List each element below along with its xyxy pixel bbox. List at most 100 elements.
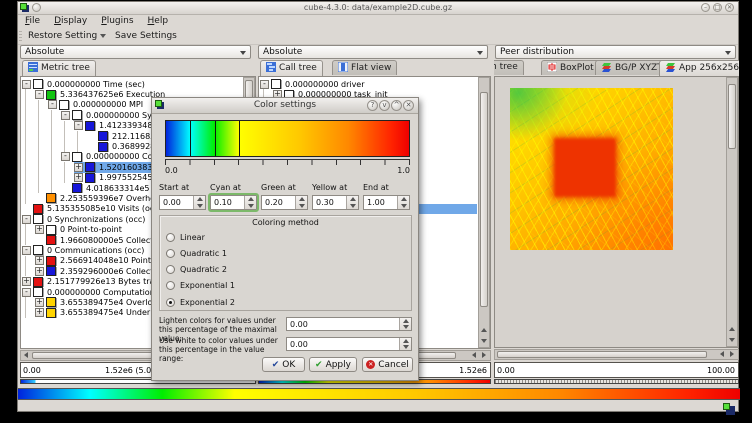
- scroll-up-arrow[interactable]: [479, 326, 489, 335]
- scroll-down-arrow[interactable]: [727, 336, 737, 345]
- menu-item-file[interactable]: File: [18, 14, 47, 26]
- cancel-button[interactable]: ✕Cancel: [362, 357, 413, 372]
- value-color-box: [72, 110, 82, 120]
- scrollbar-thumb[interactable]: [497, 351, 707, 358]
- cancel-x-icon: ✕: [366, 360, 375, 369]
- call-vertical-scrollbar[interactable]: [478, 77, 490, 348]
- system-vertical-scrollbar[interactable]: [726, 77, 738, 347]
- menu-item-help[interactable]: Help: [141, 14, 176, 26]
- radio-exponential-1[interactable]: Exponential 1: [166, 280, 235, 292]
- tree-expander[interactable]: -: [61, 152, 70, 161]
- start-at-spinbox[interactable]: 0.00: [159, 195, 206, 210]
- value-color-box: [271, 79, 281, 89]
- toolbar-handle[interactable]: [19, 31, 22, 42]
- scroll-left-arrow[interactable]: [717, 351, 727, 360]
- tree-expander[interactable]: +: [35, 308, 44, 317]
- radio-linear[interactable]: Linear: [166, 231, 205, 243]
- radio-exponential-2[interactable]: Exponential 2: [166, 296, 235, 308]
- menu-item-plugins[interactable]: Plugins: [94, 14, 140, 26]
- maximize-button[interactable]: □: [713, 3, 722, 12]
- value-color-box: [59, 100, 69, 110]
- spin-arrows[interactable]: [397, 196, 409, 209]
- spin-arrows[interactable]: [244, 196, 256, 209]
- tree-expander[interactable]: -: [22, 215, 31, 224]
- tab-flat-view[interactable]: Flat view: [332, 60, 397, 75]
- value-color-box: [33, 79, 43, 89]
- save-settings-button[interactable]: Save Settings: [111, 30, 181, 42]
- scrollbar-thumb[interactable]: [728, 84, 736, 149]
- colormap-preview: [165, 120, 410, 157]
- tree-expander[interactable]: -: [22, 288, 31, 297]
- call-value-mode-combobox[interactable]: Absolute: [258, 45, 488, 59]
- tree-indent: [22, 266, 35, 276]
- tree-expander[interactable]: -: [260, 80, 269, 89]
- scroll-down-arrow[interactable]: [479, 337, 489, 346]
- tree-expander[interactable]: -: [74, 121, 83, 130]
- call-tabbar: Call tree Flat view: [258, 60, 491, 76]
- scroll-right-arrow[interactable]: [727, 351, 737, 360]
- yellow-at-spinbox[interactable]: 0.30: [312, 195, 359, 210]
- tab-bgp-xyzt[interactable]: BG/P XYZT: [595, 60, 669, 75]
- tree-expander[interactable]: +: [35, 298, 44, 307]
- topology-heatmap[interactable]: [510, 88, 673, 250]
- metric-value-mode-combobox[interactable]: Absolute: [20, 45, 251, 59]
- dialog-close-button[interactable]: ✕: [403, 100, 414, 111]
- tab-system-tree[interactable]: m tree: [494, 60, 524, 75]
- white-percent-spinbox[interactable]: 0.00: [286, 337, 412, 351]
- tree-expander[interactable]: +: [74, 173, 83, 182]
- tab-boxplot[interactable]: BoxPlot: [541, 60, 600, 75]
- end-at-spinbox[interactable]: 1.00: [363, 195, 410, 210]
- system-horizontal-scrollbar[interactable]: [494, 349, 739, 360]
- tree-row[interactable]: -0.000000000 driver: [260, 79, 477, 89]
- tree-expander[interactable]: -: [48, 100, 57, 109]
- help-button[interactable]: ?: [367, 100, 378, 111]
- tray-cube-icon[interactable]: [723, 403, 735, 415]
- lighten-percent-spinbox[interactable]: 0.00: [286, 317, 412, 331]
- scroll-up-arrow[interactable]: [727, 325, 737, 334]
- tab-metric-tree[interactable]: Metric tree: [22, 60, 96, 76]
- tree-expander[interactable]: +: [35, 256, 44, 265]
- tree-expander[interactable]: -: [22, 246, 31, 255]
- spin-arrows[interactable]: [399, 318, 411, 330]
- tab-call-tree[interactable]: Call tree: [260, 60, 323, 76]
- combobox-value: Absolute: [263, 47, 302, 57]
- menu-item-display[interactable]: Display: [47, 14, 94, 26]
- tree-expander[interactable]: +: [22, 277, 31, 286]
- spin-arrows[interactable]: [295, 196, 307, 209]
- tree-expander[interactable]: +: [35, 225, 44, 234]
- range-max: 1.52e6 (5.07: [105, 366, 156, 375]
- scrollbar-thumb[interactable]: [480, 92, 488, 307]
- value-color-box: [46, 297, 56, 307]
- tree-expander[interactable]: -: [61, 111, 70, 120]
- shade-button[interactable]: v: [379, 100, 390, 111]
- system-value-mode-combobox[interactable]: Peer distribution: [495, 45, 736, 59]
- tree-expander[interactable]: +: [74, 163, 83, 172]
- range-max: 1.52e6: [459, 366, 487, 375]
- tree-row[interactable]: -0.000000000 Time (sec): [22, 79, 242, 89]
- minimize-button[interactable]: –: [701, 3, 710, 12]
- radio-label: Quadratic 1: [180, 249, 227, 258]
- green-at-spinbox[interactable]: 0.20: [261, 195, 308, 210]
- tree-expander[interactable]: -: [22, 80, 31, 89]
- scroll-left-arrow[interactable]: [21, 352, 31, 361]
- ok-button[interactable]: ✔OK: [262, 357, 305, 372]
- radio-label: Quadratic 2: [180, 265, 227, 274]
- apply-button[interactable]: ✔Apply: [309, 357, 357, 372]
- dialog-titlebar[interactable]: Color settings ? v ^ ✕: [152, 98, 418, 114]
- cyan-at-spinbox[interactable]: 0.10: [210, 195, 257, 210]
- restore-setting-button[interactable]: Restore Setting: [24, 30, 110, 42]
- scroll-right-arrow[interactable]: [479, 352, 489, 361]
- radio-quadratic-2[interactable]: Quadratic 2: [166, 264, 227, 276]
- spin-arrows[interactable]: [193, 196, 205, 209]
- close-button[interactable]: ✕: [725, 3, 734, 12]
- scroll-left-arrow[interactable]: [469, 352, 479, 361]
- spin-arrows[interactable]: [399, 338, 411, 350]
- tree-expander[interactable]: +: [35, 267, 44, 276]
- tree-expander[interactable]: -: [35, 90, 44, 99]
- spin-arrows[interactable]: [346, 196, 358, 209]
- radio-quadratic-1[interactable]: Quadratic 1: [166, 247, 227, 259]
- unshade-button[interactable]: ^: [391, 100, 402, 111]
- tab-app-256x256[interactable]: App 256x256: [659, 60, 739, 76]
- tree-indent: [22, 110, 61, 120]
- call-tree-icon: [266, 62, 276, 72]
